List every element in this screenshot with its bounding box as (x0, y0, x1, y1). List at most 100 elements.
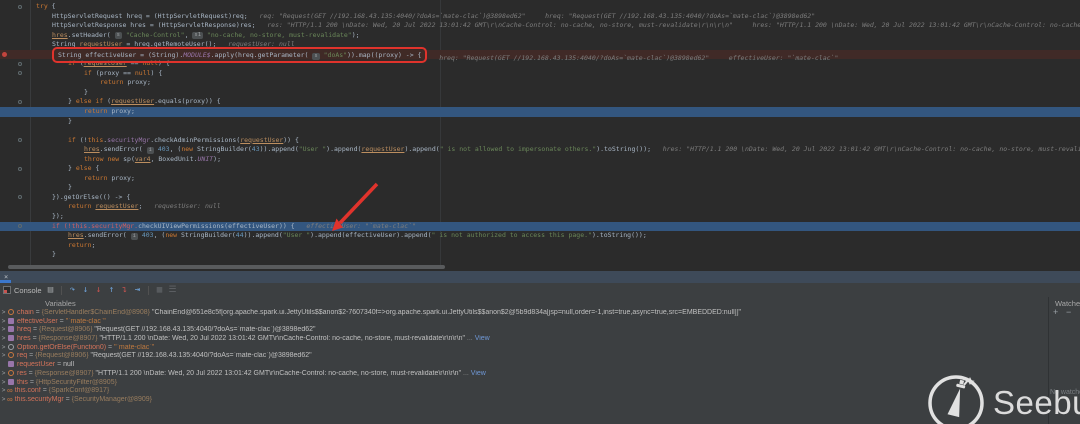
code-line[interactable]: HttpServletResponse hres = (HttpServletR… (0, 21, 1080, 31)
fold-icon[interactable] (18, 167, 22, 171)
variables-panel-title: Variables (45, 299, 76, 308)
tab-console[interactable]: Console (3, 284, 42, 296)
step-into-icon[interactable]: ↓ (79, 284, 92, 297)
code-line[interactable]: return proxy; (0, 78, 1080, 88)
more-options-icon[interactable]: ☰ (166, 284, 179, 297)
code-token: "User " (283, 231, 310, 239)
code-line[interactable]: } (0, 183, 1080, 193)
evaluate-expression-icon[interactable]: ▦ (153, 284, 166, 297)
add-watch-button[interactable]: + (1053, 308, 1058, 317)
breakpoint-icon[interactable] (2, 52, 7, 57)
code-line[interactable]: } (0, 88, 1080, 98)
variable-row[interactable]: >effectiveUser = "`mate-clac`" (0, 318, 1045, 327)
step-out-icon[interactable]: ↑ (105, 284, 118, 297)
code-token: { (91, 164, 99, 172)
variable-row[interactable]: >this = {HttpSecurityFilter@8905} (0, 379, 1045, 388)
expand-chevron-icon[interactable]: > (0, 379, 7, 388)
code-line[interactable]: } (0, 117, 1080, 127)
code-line[interactable]: throw new sp(var4, BoxedUnit.UNIT); (0, 155, 1080, 165)
variable-row[interactable]: >∞this.conf = {SparkConf@8917} (0, 387, 1045, 396)
view-value-link[interactable]: View (475, 335, 490, 342)
variable-row[interactable]: >res = {Response@8907} "HTTP/1.1 200 \nD… (0, 370, 1045, 379)
variable-name: this.conf (15, 387, 41, 394)
fold-icon[interactable] (18, 195, 22, 199)
expand-chevron-icon[interactable]: > (0, 326, 7, 335)
fold-icon[interactable] (18, 224, 22, 228)
code-token: .sendError( (84, 231, 131, 239)
debug-window-strip[interactable]: × (0, 271, 1080, 283)
code-line[interactable]: try { (0, 2, 1080, 12)
drop-frame-icon[interactable]: ↴ (118, 284, 131, 297)
method-variable-icon (8, 344, 14, 350)
fold-icon[interactable] (18, 5, 22, 9)
code-line[interactable]: } else if (requestUser.equals(proxy)) { (0, 97, 1080, 107)
expand-chevron-icon[interactable]: > (0, 344, 7, 353)
horizontal-scrollbar[interactable] (8, 265, 445, 269)
fold-icon[interactable] (18, 62, 22, 66)
code-line[interactable]: if (!this.securityMgr.checkAdminPermissi… (0, 136, 1080, 146)
variable-row[interactable]: >hres = {Response@8907} "HTTP/1.1 200 \n… (0, 335, 1045, 344)
expand-chevron-icon[interactable]: > (0, 370, 7, 379)
code-line[interactable]: }).getOrElse(() -> { (0, 193, 1080, 203)
code-line[interactable]: hres.sendError( i 403, (new StringBuilde… (0, 231, 1080, 241)
code-line[interactable]: return requestUser; requestUser: null (0, 202, 1080, 212)
value-ellipsis: ... (465, 335, 475, 342)
code-line[interactable]: }); (0, 212, 1080, 222)
code-line[interactable]: if (proxy == null) { (0, 69, 1080, 79)
fold-icon[interactable] (18, 71, 22, 75)
force-step-into-icon[interactable]: ↓ (92, 284, 105, 297)
code-token: else if (76, 97, 103, 105)
code-token: if (84, 69, 92, 77)
variable-type: {HttpSecurityFilter@8905} (36, 379, 119, 386)
expand-chevron-icon[interactable]: > (0, 335, 7, 344)
variable-row[interactable]: requestUser = null (0, 361, 1045, 370)
code-line[interactable]: } else { (0, 164, 1080, 174)
code-token: HttpServletRequest hreq = (HttpServletRe… (52, 12, 248, 20)
view-value-link[interactable]: View (471, 370, 486, 377)
code-token: UNIT (198, 155, 214, 163)
code-text: return; (68, 241, 95, 251)
code-editor[interactable]: try {HttpServletRequest hreq = (HttpServ… (0, 0, 1080, 265)
code-token: if (!this.securityMgr. (52, 222, 138, 230)
variable-row[interactable]: >hreq = {Request@8906} "Request(GET //19… (0, 326, 1045, 335)
expand-chevron-icon[interactable]: > (0, 387, 7, 396)
expand-chevron-icon[interactable]: > (0, 396, 7, 405)
expand-chevron-icon[interactable]: > (0, 352, 7, 361)
run-to-cursor-icon[interactable]: ⇥ (131, 284, 144, 297)
equals-sign: = (34, 309, 42, 316)
code-line[interactable]: return; (0, 241, 1080, 251)
fold-icon[interactable] (18, 100, 22, 104)
code-line[interactable]: String effectiveUser = (String).MODULE$.… (0, 50, 1080, 60)
code-token: if (68, 136, 76, 144)
code-token: } (68, 183, 72, 191)
code-token: ).append( (326, 145, 361, 153)
variable-row[interactable]: >req = {Request@8906} "Request(GET //192… (0, 352, 1045, 361)
code-token: , (185, 31, 193, 39)
code-line[interactable]: HttpServletRequest hreq = (HttpServletRe… (0, 12, 1080, 22)
code-line[interactable]: return proxy; (0, 174, 1080, 184)
fold-icon[interactable] (18, 138, 22, 142)
variable-row[interactable]: >Option.getOrElse(Function0) = "`mate-cl… (0, 344, 1045, 353)
code-token: .checkAdminPermissions( (150, 136, 240, 144)
local-variable-icon (8, 318, 14, 324)
code-line[interactable]: hres.setHeader( s "Cache-Control", s1 "n… (0, 31, 1080, 41)
code-text: HttpServletResponse hres = (HttpServletR… (52, 21, 1080, 31)
code-token: ).append( (404, 145, 439, 153)
code-text: hres.setHeader( s "Cache-Control", s1 "n… (52, 31, 360, 41)
code-text: hres.sendError( i 403, (new StringBuilde… (68, 231, 647, 241)
code-line[interactable] (0, 126, 1080, 136)
layout-settings-icon[interactable]: ▤ (44, 284, 57, 297)
code-line[interactable]: hres.sendError( i 403, (new StringBuilde… (0, 145, 1080, 155)
equals-sign: = (27, 370, 35, 377)
expand-chevron-icon[interactable]: > (0, 318, 7, 327)
code-text: }).getOrElse(() -> { (52, 193, 130, 203)
variable-row[interactable]: >chain = {ServletHandler$ChainEnd@8908} … (0, 309, 1045, 318)
remove-watch-button[interactable]: − (1066, 308, 1071, 317)
code-line[interactable]: if (!this.securityMgr.checkUIViewPermiss… (0, 222, 1080, 232)
code-token: .equals(proxy)) { (154, 97, 221, 105)
step-over-icon[interactable]: ↷ (66, 284, 79, 297)
code-line[interactable]: } (0, 250, 1080, 260)
expand-chevron-icon[interactable]: > (0, 309, 7, 318)
variable-row[interactable]: >∞this.securityMgr = {SecurityManager@89… (0, 396, 1045, 405)
code-line[interactable]: return proxy; (0, 107, 1080, 117)
